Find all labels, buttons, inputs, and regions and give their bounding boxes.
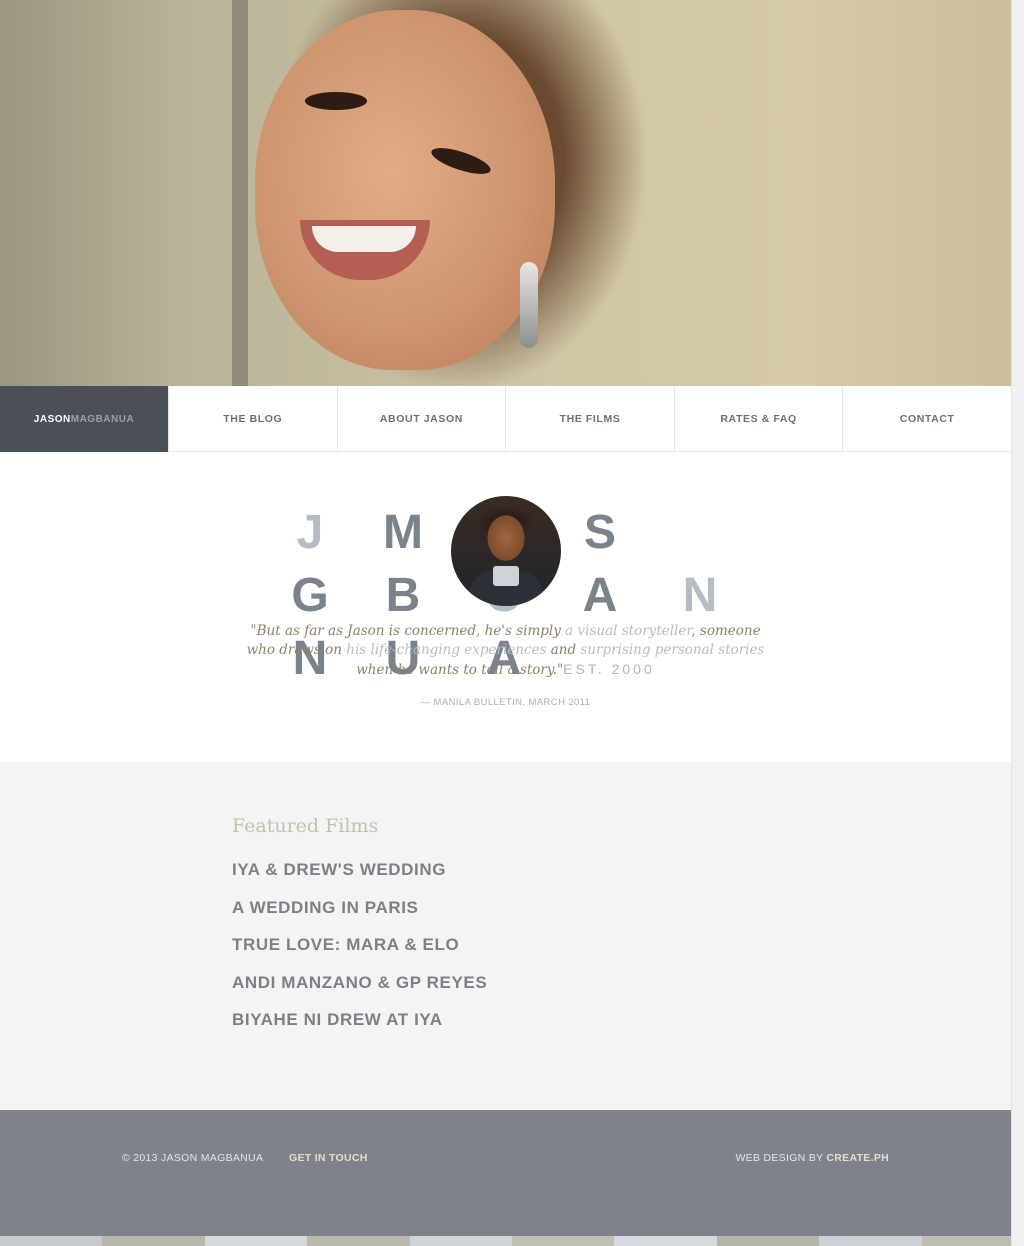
stripe-segment: [614, 1236, 717, 1246]
name-letter: M: [383, 506, 423, 559]
brand-first: JASON: [33, 413, 71, 425]
film-link[interactable]: IYA & DREW'S WEDDING: [232, 860, 487, 898]
quote-text: and: [546, 642, 581, 658]
nav-item-films[interactable]: THE FILMS: [505, 386, 674, 452]
hero-image: [0, 0, 1011, 386]
featured-films-heading: Featured Films: [232, 815, 379, 837]
avatar: [451, 496, 561, 606]
intro-section: J M A S G B O A N U A N "But as far as J…: [0, 452, 1011, 762]
hero-eye-left: [305, 92, 367, 110]
name-letter: G: [291, 569, 329, 622]
press-quote: "But as far as Jason is concerned, he's …: [245, 622, 766, 680]
camera-icon: [493, 566, 519, 586]
quote-highlight: his life-changing experiences: [346, 642, 547, 658]
name-letter: J: [296, 506, 324, 559]
main-nav: JASON MAGBANUA THE BLOG ABOUT JASON THE F…: [0, 386, 1011, 452]
brand-logo[interactable]: JASON MAGBANUA: [0, 386, 168, 452]
established-year: EST. 2000: [563, 661, 655, 677]
stripe-segment: [921, 1236, 1024, 1246]
hero-earring: [520, 262, 538, 348]
hero-face: [255, 10, 555, 370]
nav-item-about[interactable]: ABOUT JASON: [336, 386, 506, 452]
stripe-segment: [307, 1236, 410, 1246]
nav-item-contact[interactable]: CONTACT: [842, 386, 1011, 452]
quote-highlight: a visual storyteller: [565, 623, 692, 639]
stripe-segment: [102, 1236, 205, 1246]
stripe-segment: [0, 1236, 103, 1246]
quote-highlight: surprising personal stories: [580, 642, 765, 658]
nav-item-rates[interactable]: RATES & FAQ: [673, 386, 843, 452]
stripe-segment: [204, 1236, 308, 1246]
quote-text: when he wants to tell a story.": [356, 662, 564, 678]
web-design-credit: WEB DESIGN BY CREATE.PH: [735, 1152, 889, 1164]
film-link[interactable]: ANDI MANZANO & GP REYES: [232, 973, 487, 1011]
hero-wall-detail: [232, 0, 248, 386]
name-letter: B: [385, 569, 421, 622]
footer-color-stripe: [0, 1236, 1024, 1246]
name-letter: S: [583, 506, 616, 559]
stripe-segment: [716, 1236, 820, 1246]
credit-prefix: WEB DESIGN BY: [735, 1152, 827, 1164]
featured-films-section: Featured Films IYA & DREW'S WEDDING A WE…: [0, 762, 1011, 1110]
film-link[interactable]: BIYAHE NI DREW AT IYA: [232, 1010, 487, 1048]
hero-teeth: [312, 226, 416, 252]
nav-item-blog[interactable]: THE BLOG: [168, 386, 337, 452]
stripe-segment: [819, 1236, 922, 1246]
footer: © 2013 JASON MAGBANUA GET IN TOUCH WEB D…: [0, 1110, 1011, 1236]
quote-citation: — MANILA BULLETIN, MARCH 2011: [420, 697, 591, 708]
film-link[interactable]: A WEDDING IN PARIS: [232, 898, 487, 936]
stripe-segment: [512, 1236, 615, 1246]
brand-last: MAGBANUA: [70, 413, 135, 425]
film-link[interactable]: TRUE LOVE: MARA & ELO: [232, 935, 487, 973]
films-list: IYA & DREW'S WEDDING A WEDDING IN PARIS …: [232, 860, 487, 1048]
get-in-touch-link[interactable]: GET IN TOUCH: [289, 1152, 368, 1164]
page-scrollbar[interactable]: [1011, 0, 1024, 1246]
copyright-text: © 2013 JASON MAGBANUA: [122, 1152, 264, 1164]
credit-link[interactable]: CREATE.PH: [826, 1152, 889, 1164]
quote-text: "But as far as Jason is concerned, he's …: [250, 623, 566, 639]
name-letter: A: [582, 569, 618, 622]
stripe-segment: [409, 1236, 513, 1246]
name-letter: N: [682, 569, 718, 622]
